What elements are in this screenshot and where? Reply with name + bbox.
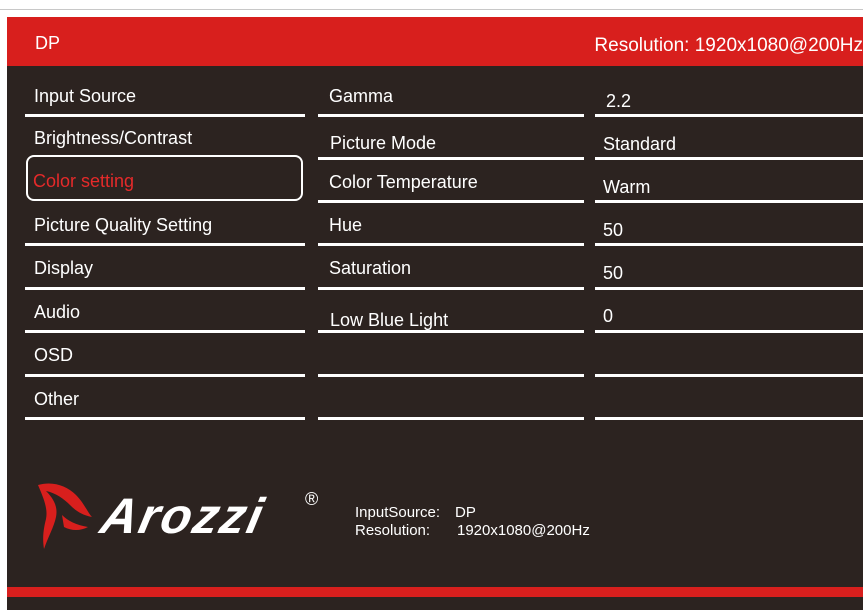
setting-divider (318, 157, 584, 160)
arozzi-emblem-icon (38, 483, 92, 549)
setting-label-color-temperature: Color Temperature (329, 172, 478, 192)
arozzi-logo: Arozzi ® (32, 477, 332, 557)
setting-divider (318, 330, 584, 333)
value-divider (595, 417, 863, 420)
menu-item-osd[interactable]: OSD (34, 345, 73, 366)
header-input-source: DP (35, 33, 61, 53)
status-info: InputSource: DP Resolution: 1920x1080@200H… (355, 504, 590, 540)
setting-label-gamma: Gamma (329, 86, 394, 106)
menu-item-display[interactable]: Display (34, 258, 93, 279)
menu-item-audio[interactable]: Audio (34, 302, 80, 323)
info-resolution-value: 1920x1080@200Hz (457, 522, 590, 539)
value-divider (595, 330, 863, 333)
setting-label-low-blue-light: Low Blue Light (330, 310, 449, 330)
value-divider (595, 114, 863, 117)
value-divider (595, 374, 863, 377)
menu-item-color-setting[interactable]: Color setting (33, 171, 134, 192)
setting-divider (318, 417, 584, 420)
value-divider (595, 200, 863, 203)
info-resolution-label: Resolution: (355, 522, 431, 539)
header-resolution: Resolution: 1920x1080@200Hz (594, 35, 863, 56)
menu-item-input-source[interactable]: Input Source (34, 86, 136, 107)
menu-divider (25, 287, 305, 290)
setting-label-picture-mode: Picture Mode (330, 133, 437, 153)
footer-bar (7, 587, 863, 597)
setting-value-hue[interactable]: 50 (603, 220, 623, 241)
setting-label-hue: Hue (329, 215, 363, 235)
setting-divider (318, 287, 584, 290)
setting-divider (318, 200, 584, 203)
value-divider (595, 243, 863, 246)
setting-divider (318, 243, 584, 246)
menu-divider (25, 114, 305, 117)
menu-item-picture-quality-setting[interactable]: Picture Quality Setting (34, 215, 212, 236)
logo-wordmark: Arozzi (96, 488, 270, 544)
value-divider (595, 287, 863, 290)
setting-divider (318, 114, 584, 117)
menu-divider (25, 243, 305, 246)
menu-divider (25, 330, 305, 333)
menu-divider (25, 417, 305, 420)
value-divider (595, 157, 863, 160)
top-divider (0, 9, 863, 10)
setting-value-picture-mode[interactable]: Standard (603, 134, 676, 155)
setting-value-gamma[interactable]: 2.2 (606, 91, 631, 112)
info-input-value: DP (455, 504, 476, 521)
header-bar: DP Resolution: 1920x1080@200Hz (7, 17, 863, 66)
setting-value-color-temperature[interactable]: Warm (603, 177, 650, 198)
setting-value-low-blue-light[interactable]: 0 (603, 306, 613, 327)
setting-divider (318, 374, 584, 377)
menu-divider (25, 374, 305, 377)
setting-value-saturation[interactable]: 50 (603, 263, 623, 284)
info-input-label: InputSource: (355, 504, 441, 521)
registered-mark: ® (305, 489, 319, 509)
osd-menu: DP Resolution: 1920x1080@200Hz Input Sou… (7, 17, 863, 610)
menu-item-brightness-contrast[interactable]: Brightness/Contrast (34, 128, 192, 149)
setting-label-saturation: Saturation (329, 258, 412, 278)
menu-item-other[interactable]: Other (34, 389, 79, 410)
